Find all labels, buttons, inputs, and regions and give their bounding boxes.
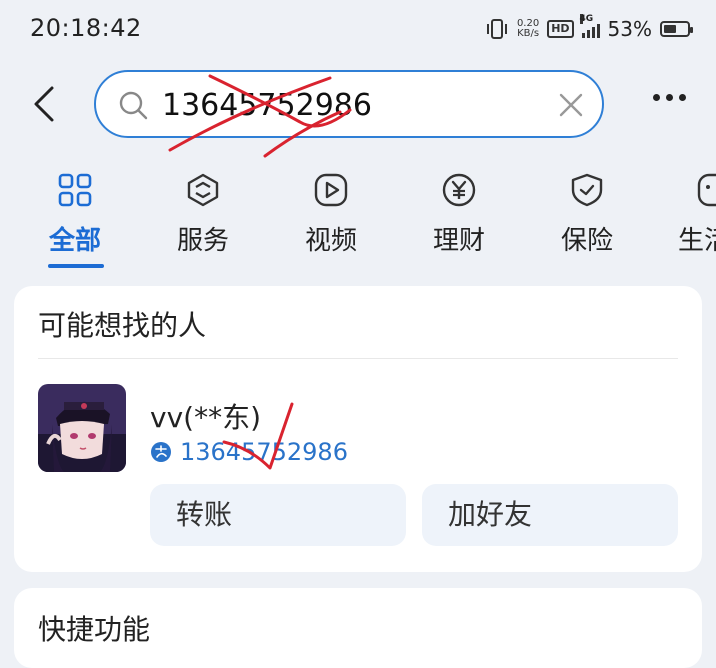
active-tab-indicator: [48, 264, 104, 268]
tab-insurance[interactable]: 保险: [532, 168, 642, 257]
net-speed: 0.20 KB/s: [516, 18, 540, 39]
tab-label: 服务: [176, 226, 229, 256]
tab-all[interactable]: 全部: [20, 168, 130, 257]
shortcut-card: 快捷功能: [14, 588, 702, 668]
divider: [38, 358, 678, 359]
tab-services[interactable]: 服务: [148, 168, 258, 257]
search-icon: [119, 91, 148, 120]
search-input[interactable]: [160, 82, 544, 128]
account-number: 13645752986: [180, 438, 348, 466]
category-tabs: 全部 服务 视频 理财 保险 生: [0, 168, 716, 278]
tab-life[interactable]: 生活: [660, 168, 716, 257]
search-box[interactable]: [94, 70, 604, 138]
person-account: 13645752986: [150, 438, 348, 466]
battery-icon: [660, 21, 693, 37]
add-friend-button[interactable]: 加好友: [422, 484, 678, 546]
alipay-icon: [151, 442, 171, 462]
status-indicators: 0.20 KB/s HD 4G 53%: [485, 14, 693, 44]
section-title: 可能想找的人: [38, 309, 207, 342]
chevron-left-icon[interactable]: [28, 84, 64, 124]
tab-label: 生活: [678, 226, 716, 256]
tab-video[interactable]: 视频: [276, 168, 386, 257]
shield-check-icon: [571, 173, 603, 207]
yuan-icon: [442, 173, 476, 207]
more-dots-icon[interactable]: [653, 94, 686, 101]
vibrate-icon: [486, 19, 507, 39]
tab-label: 保险: [560, 226, 613, 256]
tab-label: 全部: [48, 226, 101, 256]
battery-percent: 53%: [607, 17, 652, 41]
section-title: 快捷功能: [38, 613, 151, 646]
play-icon: [314, 173, 348, 207]
close-icon[interactable]: [558, 92, 584, 118]
person-name[interactable]: vv(**东): [150, 396, 261, 436]
hd-badge: HD: [547, 20, 574, 38]
people-card: 可能想找的人 vv(**东) 13645752986 转账 加好友: [14, 286, 702, 572]
battery-fill: [664, 25, 676, 33]
avatar[interactable]: [38, 384, 126, 472]
service-cube-icon: [187, 173, 219, 207]
signal-icon: 4G: [579, 14, 600, 38]
grid-icon: [58, 173, 92, 207]
transfer-button[interactable]: 转账: [150, 484, 406, 546]
status-bar: 20:18:42 0.20 KB/s HD 4G 53%: [0, 0, 716, 56]
tab-label: 视频: [304, 226, 357, 256]
tab-label: 理财: [432, 226, 485, 256]
tab-finance[interactable]: 理财: [404, 168, 514, 257]
life-icon: [697, 173, 716, 207]
status-time: 20:18:42: [30, 14, 142, 42]
